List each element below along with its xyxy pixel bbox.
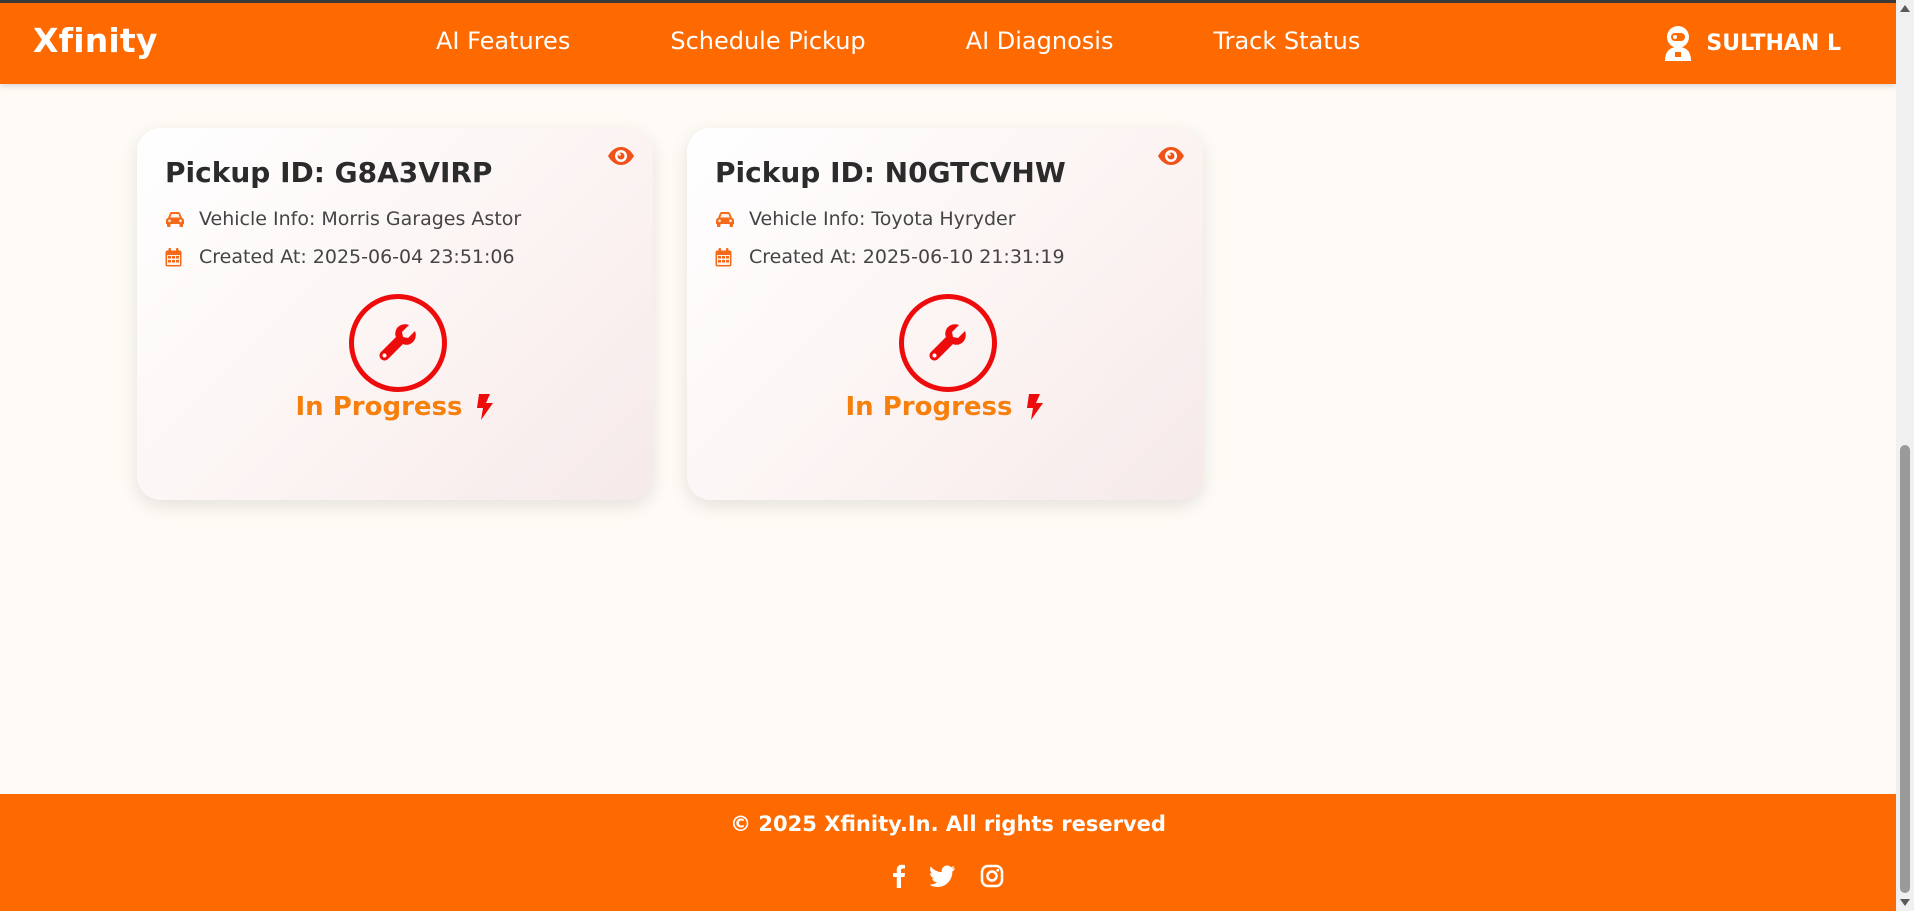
nav-link-ai-diagnosis[interactable]: AI Diagnosis	[966, 27, 1114, 55]
copyright-text: © 2025 Xfinity.In. All rights reserved	[730, 812, 1166, 836]
status-label-row: In Progress	[137, 392, 653, 422]
twitter-icon[interactable]	[930, 864, 956, 888]
pickup-id: Pickup ID: G8A3VIRP	[165, 156, 493, 189]
status-ring	[899, 294, 997, 392]
nav-links: AI Features Schedule Pickup AI Diagnosis…	[436, 27, 1360, 55]
scroll-down-arrow-icon[interactable]	[1896, 894, 1914, 911]
car-icon	[165, 211, 187, 228]
pickup-card: Pickup ID: G8A3VIRP Vehicle Info: Morris…	[137, 128, 653, 500]
scrollbar-thumb[interactable]	[1900, 445, 1910, 893]
pickup-id: Pickup ID: N0GTCVHW	[715, 156, 1066, 189]
user-name: SULTHAN L	[1706, 30, 1841, 56]
nav-link-schedule-pickup[interactable]: Schedule Pickup	[670, 27, 865, 55]
wrench-icon	[929, 324, 966, 361]
bolt-icon	[1026, 394, 1043, 420]
instagram-icon[interactable]	[980, 864, 1004, 888]
vertical-scrollbar[interactable]	[1896, 0, 1914, 911]
created-at: Created At: 2025-06-10 21:31:19	[749, 246, 1065, 268]
view-eye-icon[interactable]	[1157, 146, 1185, 170]
status-text: In Progress	[845, 392, 1013, 422]
wrench-icon	[379, 324, 416, 361]
social-links	[0, 864, 1896, 888]
brand-logo[interactable]: Xfinity	[33, 21, 158, 60]
scroll-up-arrow-icon[interactable]	[1896, 0, 1914, 17]
created-at-row: Created At: 2025-06-10 21:31:19	[715, 246, 1065, 268]
created-at: Created At: 2025-06-04 23:51:06	[199, 246, 515, 268]
navbar: Xfinity AI Features Schedule Pickup AI D…	[0, 3, 1896, 84]
car-icon	[715, 211, 737, 228]
status-text: In Progress	[295, 392, 463, 422]
nav-link-ai-features[interactable]: AI Features	[436, 27, 570, 55]
page: Xfinity AI Features Schedule Pickup AI D…	[0, 0, 1914, 911]
footer: © 2025 Xfinity.In. All rights reserved	[0, 794, 1896, 911]
status-ring	[349, 294, 447, 392]
status-label-row: In Progress	[687, 392, 1203, 422]
facebook-icon[interactable]	[892, 864, 906, 888]
vehicle-info: Vehicle Info: Toyota Hyryder	[749, 208, 1016, 230]
vehicle-info-row: Vehicle Info: Morris Garages Astor	[165, 208, 521, 230]
calendar-icon	[165, 247, 187, 267]
bolt-icon	[476, 394, 493, 420]
calendar-icon	[715, 247, 737, 267]
user-menu[interactable]: SULTHAN L	[1662, 25, 1841, 61]
nav-link-track-status[interactable]: Track Status	[1213, 27, 1360, 55]
vehicle-info: Vehicle Info: Morris Garages Astor	[199, 208, 522, 230]
vehicle-info-row: Vehicle Info: Toyota Hyryder	[715, 208, 1016, 230]
view-eye-icon[interactable]	[607, 146, 635, 170]
pickup-card: Pickup ID: N0GTCVHW Vehicle Info: Toyota…	[687, 128, 1203, 500]
viewport: Xfinity AI Features Schedule Pickup AI D…	[0, 0, 1896, 911]
astronaut-icon	[1665, 26, 1692, 61]
created-at-row: Created At: 2025-06-04 23:51:06	[165, 246, 515, 268]
pickup-cards: Pickup ID: G8A3VIRP Vehicle Info: Morris…	[137, 128, 1237, 500]
